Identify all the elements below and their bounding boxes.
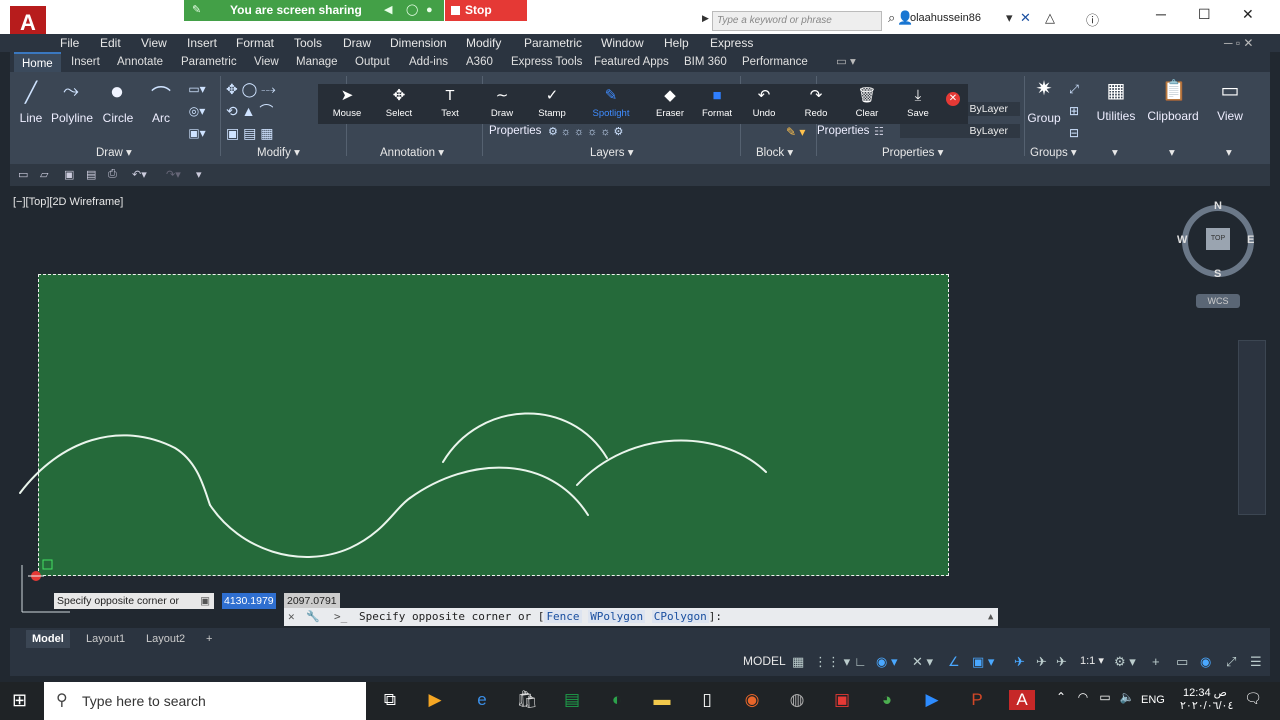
edge-icon[interactable]: e [469, 690, 495, 710]
viewcube-top-face[interactable]: TOP [1206, 228, 1230, 250]
command-prompt-icon: >_ [334, 610, 348, 623]
curve-middle-upper-arc [442, 412, 608, 463]
isolate-icon[interactable]: ◉ [1200, 654, 1211, 670]
ortho-icon[interactable]: ∟ [854, 654, 867, 669]
clock-date: ٢٠٢٠/٠٦/٠٤ [1180, 700, 1234, 712]
compass-east[interactable]: E [1247, 234, 1254, 246]
app-icon[interactable]: ◍ [784, 690, 810, 710]
search-icon: ⚲ [56, 692, 68, 709]
command-history-icon[interactable]: ▲ [988, 608, 993, 626]
tab-layout1[interactable]: Layout1 [86, 630, 125, 648]
firefox-icon[interactable]: ◉ [739, 690, 765, 710]
close-command-icon[interactable]: ✕ [288, 608, 295, 626]
input-language[interactable]: ENG [1141, 694, 1165, 706]
dynamic-input-prompt: Specify opposite corner or ▣ [54, 593, 214, 609]
compass-west[interactable]: W [1177, 234, 1187, 246]
zoom-icon[interactable]: ▶ [919, 690, 945, 710]
auto-scale-icon[interactable]: ✈ [1036, 654, 1047, 670]
workspace-gear-icon[interactable]: ⚙ ▾ [1114, 654, 1136, 670]
powerpoint-icon[interactable]: P [964, 690, 990, 710]
navigation-bar[interactable] [1238, 340, 1266, 515]
annotation-scale-icon[interactable]: ✈ [1056, 654, 1067, 670]
model-space-toggle[interactable]: MODEL [743, 654, 786, 668]
task-view-icon[interactable]: ⧉ [377, 690, 403, 710]
windows-start-icon[interactable]: ⊞ [12, 690, 27, 711]
media-player-icon[interactable]: ▶ [422, 690, 448, 710]
curve-valley [209, 497, 411, 558]
customize-status-icon[interactable]: ☰ [1250, 654, 1262, 670]
cursor-pickbox [42, 559, 53, 570]
units-icon[interactable]: ▭ [1176, 654, 1188, 670]
coordinate-y-input[interactable]: 2097.0791 [284, 593, 340, 609]
annotation-scale-value[interactable]: 1:1 ▾ [1080, 654, 1104, 667]
grid-icon[interactable]: ▦ [792, 654, 804, 670]
object-snap-icon[interactable]: ▣ ▾ [972, 654, 994, 670]
annotation-visibility-icon[interactable]: ✈ [1014, 654, 1025, 670]
compass-north[interactable]: N [1214, 200, 1222, 212]
document-icon[interactable]: ▯ [694, 690, 720, 710]
compass-south[interactable]: S [1214, 268, 1221, 280]
chrome-icon[interactable]: ◕ [874, 690, 900, 710]
acrobat-icon[interactable]: ▣ [829, 690, 855, 710]
curve-left-arc [19, 434, 211, 506]
taskbar-search-input[interactable]: ⚲ Type here to search [44, 682, 366, 720]
snap-icon[interactable]: ⋮⋮ ▾ [814, 654, 850, 670]
file-explorer-icon[interactable]: ▬ [649, 690, 675, 710]
option-cpolygon[interactable]: CPolygon [651, 610, 709, 623]
polar-icon[interactable]: ◉ ▾ [876, 654, 897, 670]
clock-time: 12:34 ص [1183, 687, 1227, 699]
curve-middle-lower-arc [409, 466, 589, 516]
notifications-icon[interactable]: 🗨 [1240, 690, 1266, 707]
tab-model[interactable]: Model [26, 630, 70, 648]
wcs-menu[interactable]: WCS [1196, 294, 1240, 308]
excel-icon[interactable]: ▤ [559, 690, 585, 710]
command-line[interactable]: ✕ 🔧 >_ Specify opposite corner or [Fence… [284, 608, 998, 626]
layout-tab-bar [10, 628, 1270, 648]
isodraft-icon[interactable]: ✕ ▾ [912, 654, 933, 670]
customize-command-icon[interactable]: 🔧 [306, 608, 320, 626]
store-icon[interactable]: 🛍 [514, 690, 540, 710]
curve-right-arc [576, 439, 767, 486]
system-clock[interactable]: 12:34 ص ٢٠٢٠/٠٦/٠٤ [1180, 686, 1234, 712]
volume-icon[interactable]: 🔈 [1114, 690, 1140, 704]
xbox-icon[interactable]: ◐ [604, 690, 630, 710]
options-icon[interactable]: ▣ [200, 593, 210, 609]
coordinate-x-input[interactable]: 4130.1979 [222, 593, 276, 609]
plus-icon[interactable]: + [1152, 654, 1160, 669]
tab-layout2[interactable]: Layout2 [146, 630, 185, 648]
add-layout-icon[interactable]: + [206, 630, 212, 648]
autocad-taskbar-icon[interactable]: A [1009, 690, 1035, 710]
object-snap-tracking-icon[interactable]: ∠ [948, 654, 960, 670]
option-wpolygon[interactable]: WPolygon [588, 610, 646, 623]
fullscreen-icon[interactable]: ⤢ [1226, 654, 1236, 670]
command-prompt-text: Specify opposite corner or [Fence WPolyg… [359, 610, 723, 623]
option-fence[interactable]: Fence [544, 610, 582, 623]
